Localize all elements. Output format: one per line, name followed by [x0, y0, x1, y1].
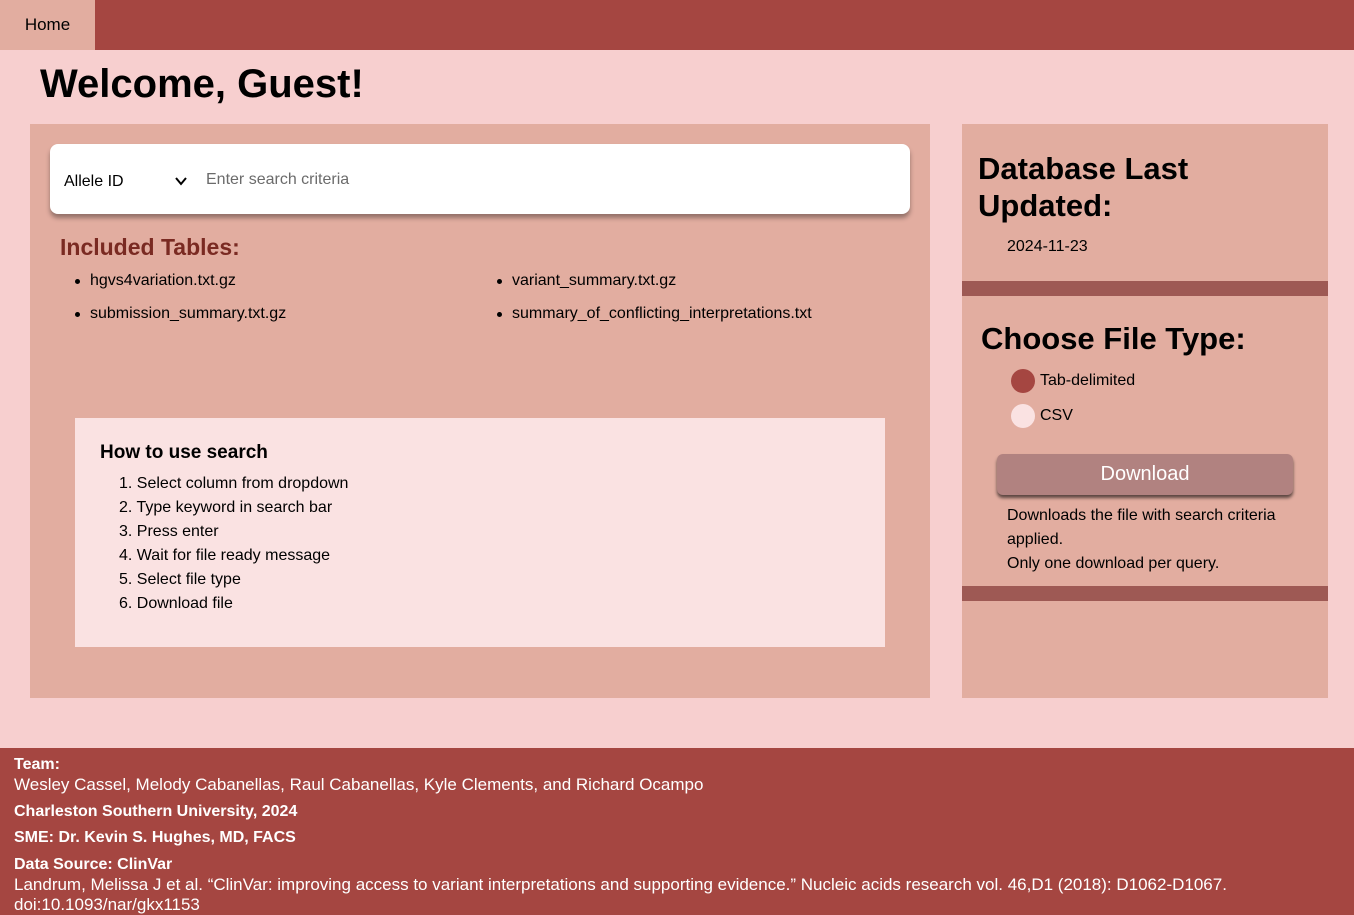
table-name: hgvs4variation.txt.gz	[90, 272, 236, 289]
download-note: Downloads the file with search criteria …	[1007, 504, 1307, 576]
included-tables-heading: Included Tables:	[60, 234, 240, 260]
download-button[interactable]: Download	[997, 454, 1293, 495]
top-nav: Home	[0, 0, 1354, 50]
how-to-step: 4. Wait for file ready message	[119, 547, 331, 564]
download-note-line: Only one download per query.	[1007, 555, 1220, 572]
divider	[962, 281, 1328, 296]
university: Charleston Southern University, 2024	[14, 803, 298, 820]
file-type-title: Choose File Type:	[981, 321, 1246, 356]
radio-label: CSV	[1040, 407, 1073, 424]
database-updated-title: Database Last Updated:	[978, 151, 1189, 223]
sme: SME: Dr. Kevin S. Hughes, MD, FACS	[14, 829, 296, 846]
search-panel: Allele ID Included Tables: hgvs4variatio…	[30, 124, 930, 698]
radio-label: Tab-delimited	[1040, 372, 1136, 389]
page-title: Welcome, Guest!	[40, 62, 364, 106]
radio-csv[interactable]: CSV	[1011, 404, 1073, 428]
how-to-step: 2. Type keyword in search bar	[119, 499, 333, 516]
list-item: summary_of_conflicting_interpretations.t…	[497, 305, 812, 323]
bullet-icon	[497, 311, 502, 317]
search-bar: Allele ID	[50, 144, 910, 214]
how-to-box: How to use search 1. Select column from …	[75, 418, 885, 647]
team-members: Wesley Cassel, Melody Cabanellas, Raul C…	[14, 775, 704, 794]
radio-tab-delimited[interactable]: Tab-delimited	[1011, 369, 1135, 393]
list-item: submission_summary.txt.gz	[75, 305, 286, 323]
column-select[interactable]: Allele ID	[64, 170, 190, 194]
how-to-step: 6. Download file	[119, 595, 233, 612]
table-name: variant_summary.txt.gz	[512, 272, 677, 289]
team-label: Team:	[14, 756, 60, 773]
how-to-step: 5. Select file type	[119, 571, 241, 588]
side-panel: Database Last Updated: 2024-11-23 Choose…	[962, 124, 1328, 698]
citation-doi: doi:10.1093/nar/gkx1153	[14, 895, 200, 914]
how-to-title: How to use search	[100, 442, 268, 463]
footer: Team: Wesley Cassel, Melody Cabanellas, …	[0, 748, 1354, 915]
radio-unselected-icon[interactable]	[1011, 404, 1035, 428]
how-to-step: 3. Press enter	[119, 523, 219, 540]
citation: Landrum, Melissa J et al. “ClinVar: impr…	[14, 875, 1227, 894]
radio-selected-icon[interactable]	[1011, 369, 1035, 393]
divider	[962, 586, 1328, 601]
list-item: variant_summary.txt.gz	[497, 272, 676, 290]
database-updated-date: 2024-11-23	[1007, 238, 1088, 255]
nav-home-tab[interactable]: Home	[0, 0, 95, 50]
data-source: Data Source: ClinVar	[14, 856, 173, 873]
download-note-line: Downloads the file with search criteria …	[1007, 507, 1276, 548]
chevron-down-icon	[175, 177, 187, 186]
bullet-icon	[75, 311, 80, 317]
column-select-value: Allele ID	[64, 173, 124, 190]
bullet-icon	[75, 278, 80, 284]
list-item: hgvs4variation.txt.gz	[75, 272, 236, 290]
bullet-icon	[497, 278, 502, 284]
table-name: summary_of_conflicting_interpretations.t…	[512, 305, 812, 322]
how-to-step: 1. Select column from dropdown	[119, 475, 349, 492]
table-name: submission_summary.txt.gz	[90, 305, 287, 322]
search-input[interactable]	[206, 166, 896, 194]
